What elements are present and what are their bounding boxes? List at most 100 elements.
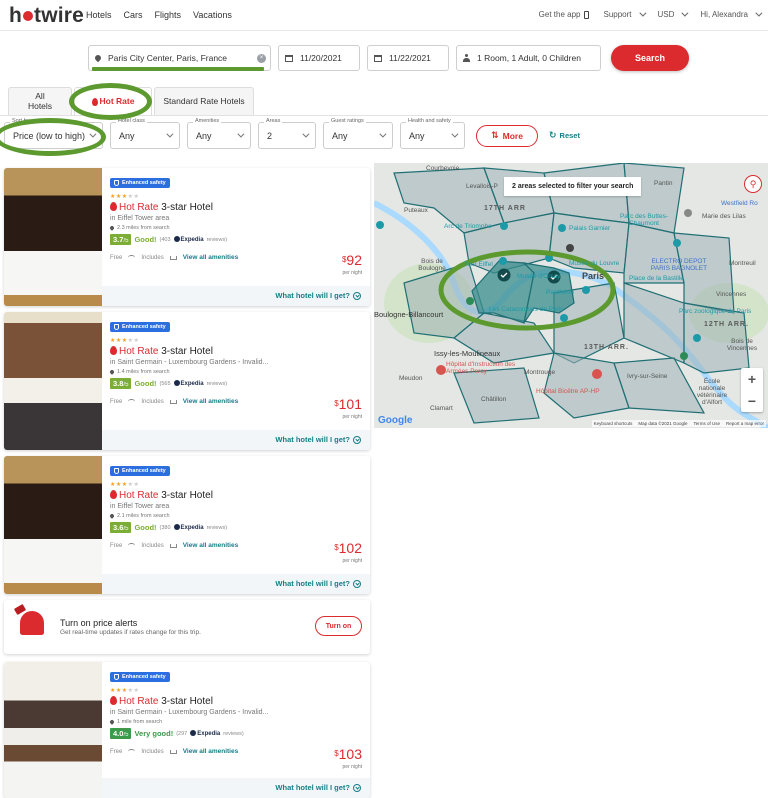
rating-score: 4.0/5 bbox=[110, 728, 132, 739]
chevron-down-icon bbox=[302, 130, 310, 138]
wifi-icon bbox=[128, 543, 136, 548]
tab-standard-rate[interactable]: Standard Rate Hotels bbox=[154, 87, 254, 115]
what-hotel-link[interactable]: What hotel will I get? bbox=[275, 435, 361, 444]
what-hotel-link[interactable]: What hotel will I get? bbox=[275, 291, 361, 300]
user-menu[interactable]: Hi, Alexandra bbox=[700, 9, 763, 19]
map[interactable]: Courbevoie Levallois-P Puteaux 17TH ARR … bbox=[374, 163, 768, 428]
top-nav-bar: h twire Hotels Cars Flights Vacations Get… bbox=[0, 0, 768, 31]
view-amenities-link[interactable]: View all amenities bbox=[183, 748, 239, 755]
shield-icon bbox=[114, 674, 119, 680]
shield-icon bbox=[114, 180, 119, 186]
report-map-error-link[interactable]: Report a map error bbox=[726, 421, 764, 426]
calendar-icon bbox=[374, 54, 382, 62]
hotel-card[interactable]: Enhanced safety ★★★★★ Hot Rate 3-star Ho… bbox=[4, 456, 370, 594]
hotel-card[interactable]: Enhanced safety ★★★★★ Hot Rate 3-star Ho… bbox=[4, 168, 370, 306]
map-search-button[interactable]: ⚲ bbox=[744, 175, 762, 193]
map-label: Parc zoologique de Paris bbox=[679, 308, 752, 315]
what-hotel-link[interactable]: What hotel will I get? bbox=[275, 579, 361, 588]
enhanced-safety-badge: Enhanced safety bbox=[110, 672, 170, 682]
hotel-price: $102 bbox=[334, 540, 362, 556]
card-footer: What hotel will I get? bbox=[102, 778, 370, 798]
hotel-card[interactable]: Enhanced safety ★★★★★ Hot Rate 3-star Ho… bbox=[4, 312, 370, 450]
nav-hotels[interactable]: Hotels bbox=[86, 10, 112, 20]
map-label: Musée du Louvre bbox=[569, 260, 620, 267]
hotel-title[interactable]: Hot Rate 3-star Hotel bbox=[110, 696, 362, 707]
rating-score: 3.7/5 bbox=[110, 234, 132, 245]
enhanced-safety-badge: Enhanced safety bbox=[110, 322, 170, 332]
map-label: Puteaux bbox=[404, 207, 428, 214]
view-amenities-link[interactable]: View all amenities bbox=[183, 398, 239, 405]
chevron-circle-icon bbox=[353, 579, 361, 588]
map-label: Pantin bbox=[654, 180, 673, 187]
terms-link[interactable]: Terms of Use bbox=[693, 421, 720, 426]
map-label: Palais Garnier bbox=[569, 225, 611, 232]
map-label: Châtillon bbox=[481, 396, 507, 403]
search-button[interactable]: Search bbox=[611, 45, 689, 71]
hotel-title[interactable]: Hot Rate 3-star Hotel bbox=[110, 202, 362, 213]
map-label: Westfield Ro bbox=[721, 200, 758, 207]
map-label: Ivry-sur-Seine bbox=[627, 373, 668, 380]
flame-icon bbox=[110, 696, 117, 705]
flame-icon bbox=[110, 490, 117, 499]
guests-input[interactable]: 1 Room, 1 Adult, 0 Children bbox=[456, 45, 601, 71]
more-filters-button[interactable]: ⇅ More bbox=[476, 124, 538, 147]
clear-location-button[interactable]: × bbox=[257, 54, 266, 63]
checkout-date-input[interactable]: 11/22/2021 bbox=[367, 45, 449, 71]
hotel-card[interactable]: Enhanced safety ★★★★★ Hot Rate 3-star Ho… bbox=[4, 662, 370, 798]
bed-icon bbox=[169, 749, 177, 754]
map-label: École nationale vétérinaire d'Alfort bbox=[696, 378, 728, 406]
keyboard-shortcuts-link[interactable]: Keyboard shortcuts bbox=[594, 421, 633, 426]
turn-on-alerts-button[interactable]: Turn on bbox=[315, 616, 362, 636]
guest-rating: 3.6/5 Good! (380 Expedia reviews) bbox=[110, 522, 362, 533]
tab-all-hotels[interactable]: All Hotels bbox=[8, 87, 72, 115]
hotel-image[interactable] bbox=[4, 312, 102, 450]
checkin-date-input[interactable]: 11/20/2021 bbox=[278, 45, 360, 71]
divider bbox=[0, 115, 768, 116]
hotwire-logo[interactable]: h twire bbox=[9, 4, 84, 28]
sort-by-select[interactable]: Sort by Price (low to high) bbox=[4, 118, 103, 149]
hotel-image[interactable] bbox=[4, 168, 102, 306]
support-menu[interactable]: Support bbox=[603, 9, 646, 19]
amenities-row: Free Includes View all amenities bbox=[110, 542, 239, 549]
chevron-down-icon bbox=[166, 130, 174, 138]
guest-rating: 3.8/5 Good! (565 Expedia reviews) bbox=[110, 378, 362, 389]
map-data-text: Map data ©2021 Google bbox=[638, 421, 688, 426]
zoom-out-button[interactable]: − bbox=[741, 390, 763, 412]
card-footer: What hotel will I get? bbox=[102, 286, 370, 306]
nav-flights[interactable]: Flights bbox=[155, 10, 182, 20]
hotel-title[interactable]: Hot Rate 3-star Hotel bbox=[110, 490, 362, 501]
tab-hot-rate[interactable]: Hot Rate bbox=[74, 87, 152, 115]
nav-cars[interactable]: Cars bbox=[124, 10, 143, 20]
rating-score: 3.6/5 bbox=[110, 522, 132, 533]
chevron-circle-icon bbox=[353, 291, 361, 300]
areas-select[interactable]: Areas 2 bbox=[258, 118, 316, 149]
bed-icon bbox=[169, 255, 177, 260]
map-label: Bois de Boulogne bbox=[418, 258, 446, 272]
what-hotel-link[interactable]: What hotel will I get? bbox=[275, 783, 361, 792]
guest-rating: 3.7/5 Good! (403 Expedia reviews) bbox=[110, 234, 362, 245]
map-footer: Keyboard shortcuts Map data ©2021 Google… bbox=[591, 420, 766, 427]
hotel-image[interactable] bbox=[4, 662, 102, 798]
zoom-in-button[interactable]: + bbox=[741, 368, 763, 390]
hotel-title[interactable]: Hot Rate 3-star Hotel bbox=[110, 346, 362, 357]
reset-button[interactable]: ↻ Reset bbox=[549, 130, 580, 141]
amenities-row: Free Includes View all amenities bbox=[110, 748, 239, 755]
rating-score: 3.8/5 bbox=[110, 378, 132, 389]
guest-ratings-select[interactable]: Guest ratings Any bbox=[323, 118, 393, 149]
nav-vacations[interactable]: Vacations bbox=[193, 10, 232, 20]
sliders-icon: ⇅ bbox=[491, 130, 499, 140]
hotel-area: in Eiffel Tower area bbox=[110, 503, 170, 510]
hotel-class-select[interactable]: Hotel class Any bbox=[110, 118, 180, 149]
get-app-link[interactable]: Get the app bbox=[539, 10, 590, 19]
view-amenities-link[interactable]: View all amenities bbox=[183, 542, 239, 549]
hotel-image[interactable] bbox=[4, 456, 102, 594]
phone-icon bbox=[584, 10, 590, 19]
wifi-icon bbox=[128, 255, 136, 260]
health-safety-select[interactable]: Health and safety Any bbox=[400, 118, 465, 149]
view-amenities-link[interactable]: View all amenities bbox=[183, 254, 239, 261]
location-input[interactable]: Paris City Center, Paris, France × bbox=[88, 45, 271, 71]
per-night-label: per night bbox=[342, 558, 362, 564]
per-night-label: per night bbox=[342, 414, 362, 420]
amenities-select[interactable]: Amenities Any bbox=[187, 118, 251, 149]
currency-menu[interactable]: USD bbox=[658, 9, 689, 19]
